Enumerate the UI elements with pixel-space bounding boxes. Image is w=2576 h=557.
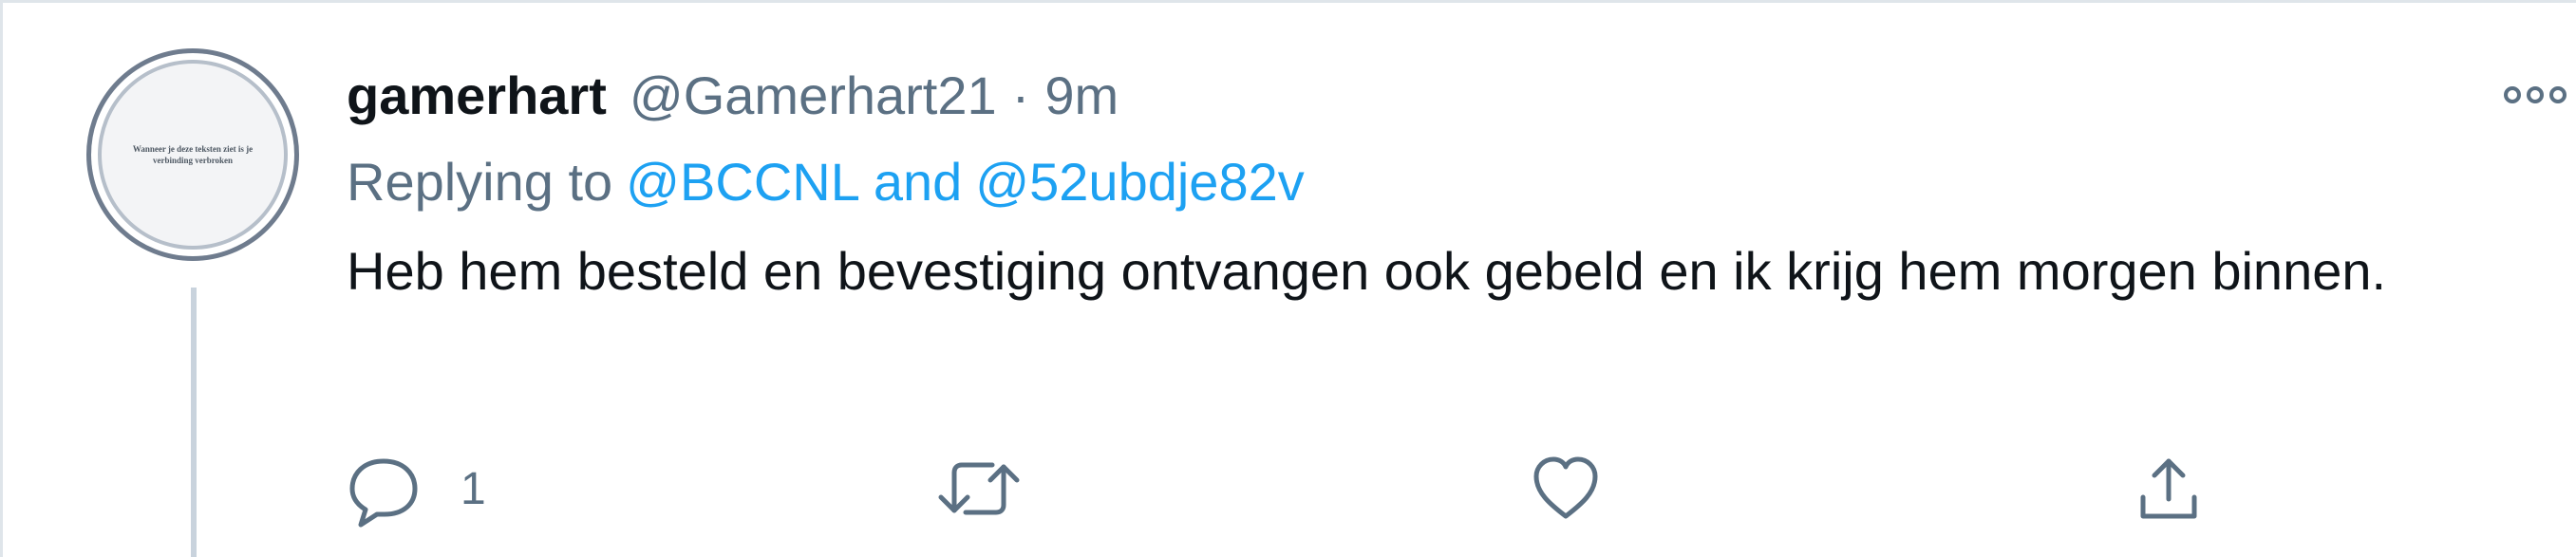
tweet-text: Heb hem besteld en bevestiging ontvangen… bbox=[347, 241, 2387, 301]
meta-separator: · bbox=[1011, 65, 1030, 125]
retweet-button[interactable] bbox=[933, 451, 1025, 527]
mention-conjunction: and bbox=[873, 152, 963, 212]
mention-link-52ubdje82v[interactable]: @52ubdje82v bbox=[975, 152, 1304, 212]
like-button[interactable] bbox=[1527, 451, 1605, 527]
author-handle[interactable]: @Gamerhart21 bbox=[630, 58, 997, 134]
timestamp[interactable]: 9m bbox=[1044, 58, 1119, 134]
replying-to-label: Replying to bbox=[347, 152, 613, 212]
avatar-column: Wanneer je deze teksten ziet is je verbi… bbox=[86, 48, 299, 261]
reply-button[interactable]: 1 bbox=[345, 451, 486, 528]
replying-to-line: Replying to @BCCNL and @52ubdje82v bbox=[347, 145, 2483, 219]
thread-line bbox=[191, 288, 197, 557]
like-icon bbox=[1533, 456, 1598, 519]
avatar-image-text: Wanneer je deze teksten ziet is je verbi… bbox=[132, 144, 254, 165]
avatar[interactable]: Wanneer je deze teksten ziet is je verbi… bbox=[86, 48, 299, 261]
share-icon bbox=[2140, 458, 2197, 519]
tweet-actions: 1 bbox=[345, 451, 2244, 528]
author-name[interactable]: gamerhart bbox=[347, 58, 607, 134]
share-button[interactable] bbox=[2130, 451, 2208, 527]
reply-count: 1 bbox=[461, 463, 486, 514]
tweet-header: gamerhart @Gamerhart21 · 9m bbox=[347, 58, 2483, 134]
more-options-button[interactable] bbox=[2495, 71, 2575, 119]
mention-link-bccnl[interactable]: @BCCNL bbox=[626, 152, 860, 212]
tweet-content: gamerhart @Gamerhart21 · 9m Replying to @… bbox=[347, 58, 2483, 312]
retweet-icon bbox=[938, 462, 1020, 515]
tweet-card[interactable]: Wanneer je deze teksten ziet is je verbi… bbox=[0, 0, 2576, 557]
more-icon bbox=[2504, 86, 2567, 103]
reply-icon bbox=[349, 458, 418, 528]
